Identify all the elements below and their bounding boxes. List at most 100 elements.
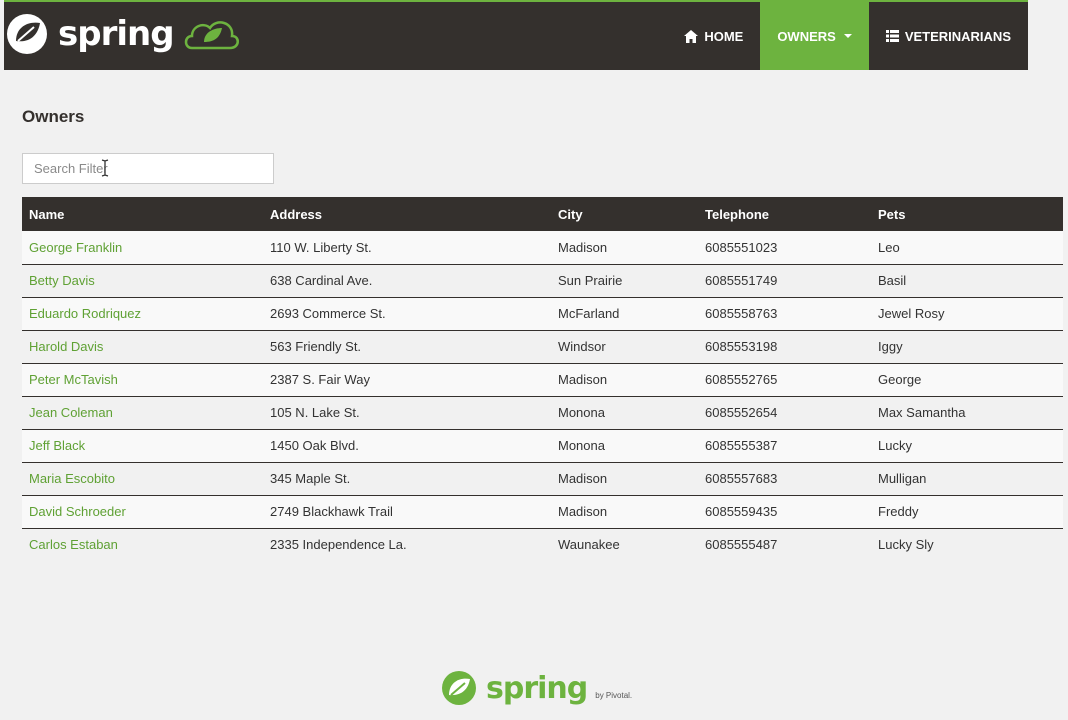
spring-leaf-icon: [7, 14, 47, 54]
footer-by-pivotal: by Pivotal.: [595, 690, 633, 700]
table-cell: Jeff Black: [22, 429, 263, 462]
table-cell: 6085551749: [705, 273, 778, 288]
table-cell: Mulligan: [878, 471, 927, 486]
owner-name-link[interactable]: Eduardo Rodriquez: [29, 306, 141, 321]
main-nav: Home Owners Veterinarians: [667, 2, 1028, 70]
nav-home[interactable]: Home: [667, 2, 760, 70]
spring-logo[interactable]: spring: [4, 11, 240, 57]
table-cell: Max Samantha: [878, 405, 966, 420]
table-cell: Eduardo Rodriquez: [22, 297, 263, 330]
table-row: Carlos Estaban 2335 Independence La. Wauna…: [22, 528, 1063, 561]
table-cell: Jean Coleman: [22, 396, 263, 429]
table-cell: Carlos Estaban: [22, 528, 263, 561]
table-cell: Leo: [878, 239, 900, 255]
table-cell: Sun Prairie: [558, 273, 623, 288]
table-cell: George Franklin: [22, 231, 263, 264]
nav-home-label: Home: [704, 28, 744, 44]
navbar: spring Home Owners Veterinarians: [4, 0, 1028, 70]
table-cell: Lucky: [878, 438, 912, 453]
table-cell: 2335 Independence La.: [270, 537, 407, 553]
table-cell: 6085551023: [705, 239, 778, 255]
nav-owners-label: Owners: [777, 28, 836, 44]
table-body: George Franklin 110 W. Liberty St. Madison…: [22, 231, 1063, 561]
table-row: Jeff Black 1450 Oak Blvd. Monona 6085555387…: [22, 429, 1063, 462]
table-row: Jean Coleman 105 N. Lake St. Monona 6085552…: [22, 396, 1063, 429]
footer-brand-name: spring: [486, 670, 588, 706]
owner-name-link[interactable]: Maria Escobito: [29, 471, 115, 486]
owner-name-link[interactable]: Jeff Black: [29, 438, 85, 453]
table-cell: 2693 Commerce St.: [270, 306, 386, 321]
nav-owners[interactable]: Owners: [760, 2, 869, 70]
table-cell: Peter McTavish: [22, 363, 263, 396]
table-cell: Monona: [558, 405, 605, 420]
table-cell: 6085557683: [705, 471, 778, 486]
column-header-name[interactable]: Name: [22, 197, 263, 231]
table-row: Harold Davis 563 Friendly St. Windsor 60855…: [22, 330, 1063, 363]
home-icon: [684, 29, 699, 43]
text-cursor-icon: [101, 159, 109, 177]
table-cell: McFarland: [558, 306, 620, 321]
table-cell: Waunakee: [558, 537, 620, 553]
column-header-pets[interactable]: Pets: [871, 197, 1063, 231]
search-input[interactable]: [22, 153, 274, 184]
table-cell: Jewel Rosy: [878, 306, 945, 321]
table-cell: 6085553198: [705, 339, 778, 354]
table-cell: 345 Maple St.: [270, 471, 351, 486]
table-cell: 6085552654: [705, 405, 778, 420]
table-cell: 6085555387: [705, 438, 778, 453]
column-header-address[interactable]: Address: [263, 197, 551, 231]
table-cell: Freddy: [878, 504, 919, 519]
nav-veterinarians-label: Veterinarians: [904, 28, 1011, 44]
table-cell: 638 Cardinal Ave.: [270, 273, 373, 288]
table-cell: Harold Davis: [22, 330, 263, 363]
table-cell: 110 W. Liberty St.: [270, 239, 372, 255]
table-cell: Betty Davis: [22, 264, 263, 297]
owners-table: Name Address City Telephone Pets George …: [22, 197, 1063, 561]
table-cell: 6085558763: [705, 306, 778, 321]
table-cell: 1450 Oak Blvd.: [270, 438, 359, 453]
owner-name-link[interactable]: Harold Davis: [29, 339, 103, 354]
table-header-row: Name Address City Telephone Pets: [22, 197, 1063, 231]
caret-down-icon: [843, 34, 852, 38]
column-header-telephone[interactable]: Telephone: [698, 197, 871, 231]
footer-logo: spring by Pivotal.: [440, 668, 632, 708]
brand-name: spring: [58, 14, 175, 54]
table-cell: Madison: [558, 372, 608, 387]
owner-name-link[interactable]: Jean Coleman: [29, 405, 113, 420]
table-cell: Lucky Sly: [878, 537, 934, 553]
nav-veterinarians[interactable]: Veterinarians: [869, 2, 1028, 70]
table-cell: 6085555487: [705, 537, 778, 553]
table-row: Peter McTavish 2387 S. Fair Way Madison 608…: [22, 363, 1063, 396]
spring-leaf-icon: [442, 671, 476, 705]
table-cell: Maria Escobito: [22, 462, 263, 495]
column-header-city[interactable]: City: [551, 197, 698, 231]
table-row: Maria Escobito 345 Maple St. Madison 608555…: [22, 462, 1063, 495]
table-cell: 6085552765: [705, 372, 778, 387]
cloud-leaf-icon: [184, 21, 239, 50]
table-cell: 105 N. Lake St.: [270, 405, 360, 420]
owner-name-link[interactable]: Betty Davis: [29, 273, 95, 288]
page-title: Owners: [22, 107, 85, 126]
table-cell: David Schroeder: [22, 495, 263, 528]
owner-name-link[interactable]: Peter McTavish: [29, 372, 118, 387]
table-row: Eduardo Rodriquez 2693 Commerce St. McFarl…: [22, 297, 1063, 330]
table-row: George Franklin 110 W. Liberty St. Madison…: [22, 231, 1063, 264]
table-cell: Madison: [558, 504, 608, 519]
table-cell: Windsor: [558, 339, 606, 354]
owner-name-link[interactable]: David Schroeder: [29, 504, 126, 519]
list-icon: [885, 30, 899, 42]
table-cell: Madison: [558, 239, 608, 255]
table-cell: Monona: [558, 438, 605, 453]
table-cell: 2387 S. Fair Way: [270, 372, 370, 387]
owner-name-link[interactable]: Carlos Estaban: [29, 537, 118, 552]
table-cell: Basil: [878, 273, 907, 288]
table-cell: Madison: [558, 471, 608, 486]
table-cell: Iggy: [878, 339, 903, 354]
table-row: Betty Davis 638 Cardinal Ave. Sun Prairie 6…: [22, 264, 1063, 297]
table-cell: 2749 Blackhawk Trail: [270, 504, 393, 519]
owner-name-link[interactable]: George Franklin: [29, 240, 122, 255]
table-cell: 563 Friendly St.: [270, 339, 362, 354]
table-cell: 6085559435: [705, 504, 778, 519]
table-row: David Schroeder 2749 Blackhawk Trail Madis…: [22, 495, 1063, 528]
table-cell: George: [878, 372, 922, 387]
